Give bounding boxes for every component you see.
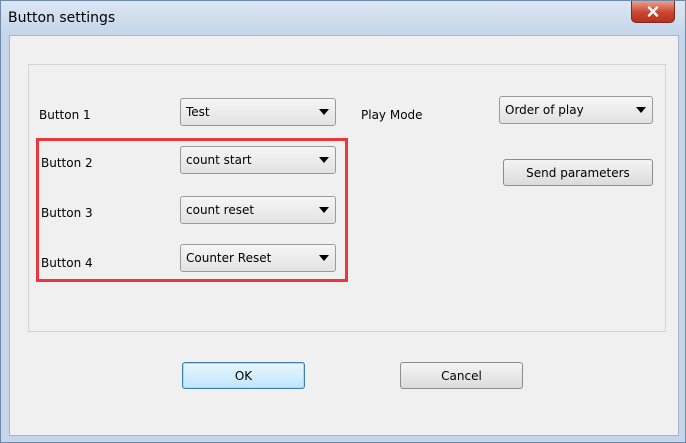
ok-button-label: OK (234, 368, 253, 383)
button-1-label: Button 1 (39, 108, 91, 122)
window-title: Button settings (8, 10, 116, 26)
chevron-down-icon (319, 109, 329, 115)
send-parameters-button-label: Send parameters (526, 165, 630, 180)
play-mode-label: Play Mode (361, 108, 423, 122)
highlight-box (36, 138, 348, 282)
cancel-button-label: Cancel (441, 368, 482, 383)
play-mode-dropdown[interactable]: Order of play (499, 96, 653, 124)
close-button[interactable] (631, 1, 675, 23)
button-1-dropdown-value: Test (186, 105, 210, 119)
cancel-button[interactable]: Cancel (400, 362, 523, 389)
send-parameters-button[interactable]: Send parameters (503, 159, 653, 186)
play-mode-dropdown-value: Order of play (505, 103, 584, 117)
dialog-client-area: Button 1 Test Button 2 count start Butto… (9, 35, 679, 436)
title-bar[interactable]: Button settings (1, 1, 685, 35)
button-1-dropdown[interactable]: Test (180, 98, 336, 126)
close-icon (647, 6, 659, 17)
dialog-window: Button settings Button 1 Test Button 2 c… (0, 0, 686, 443)
chevron-down-icon (636, 107, 646, 113)
ok-button[interactable]: OK (182, 362, 305, 389)
